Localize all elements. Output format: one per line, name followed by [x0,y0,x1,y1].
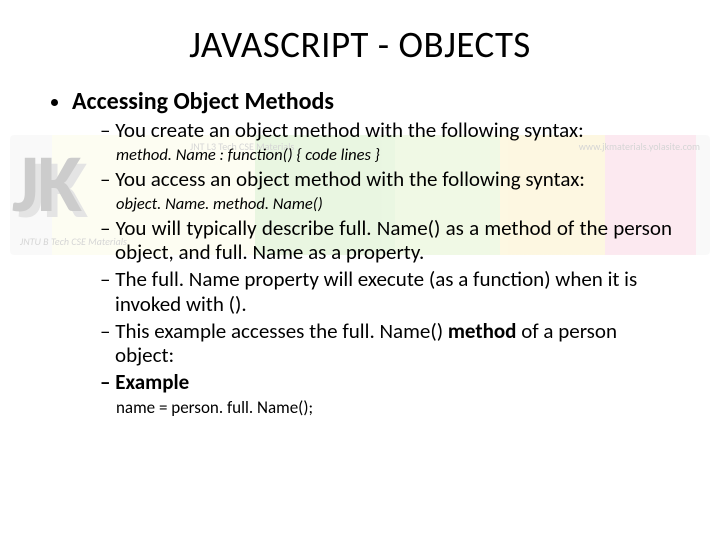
bullet-method-bold: method [448,318,517,344]
slide: JAVASCRIPT - OBJECTS Accessing Object Me… [0,0,720,418]
bullet-list: Accessing Object Methods You create an o… [48,87,672,418]
code-access: object. Name. method. Name() [116,194,672,214]
code-create: method. Name : function() { code lines } [116,145,672,165]
bullet-access: You access an object method with the fol… [100,167,672,192]
bullet-create: You create an object method with the fol… [100,118,672,143]
bullet-example: Example [100,370,672,395]
code-example: name = person. full. Name(); [116,397,672,418]
bullet-describe: You will typically describe full. Name()… [100,216,672,266]
heading-item: Accessing Object Methods You create an o… [72,87,672,418]
bullet-execute: The full. Name property will execute (as… [100,267,672,317]
bullet-method-pre: This example accesses the full. Name() [115,318,448,344]
heading-text: Accessing Object Methods [72,87,334,116]
bullet-method: This example accesses the full. Name() m… [100,319,672,369]
slide-title: JAVASCRIPT - OBJECTS [48,22,672,67]
